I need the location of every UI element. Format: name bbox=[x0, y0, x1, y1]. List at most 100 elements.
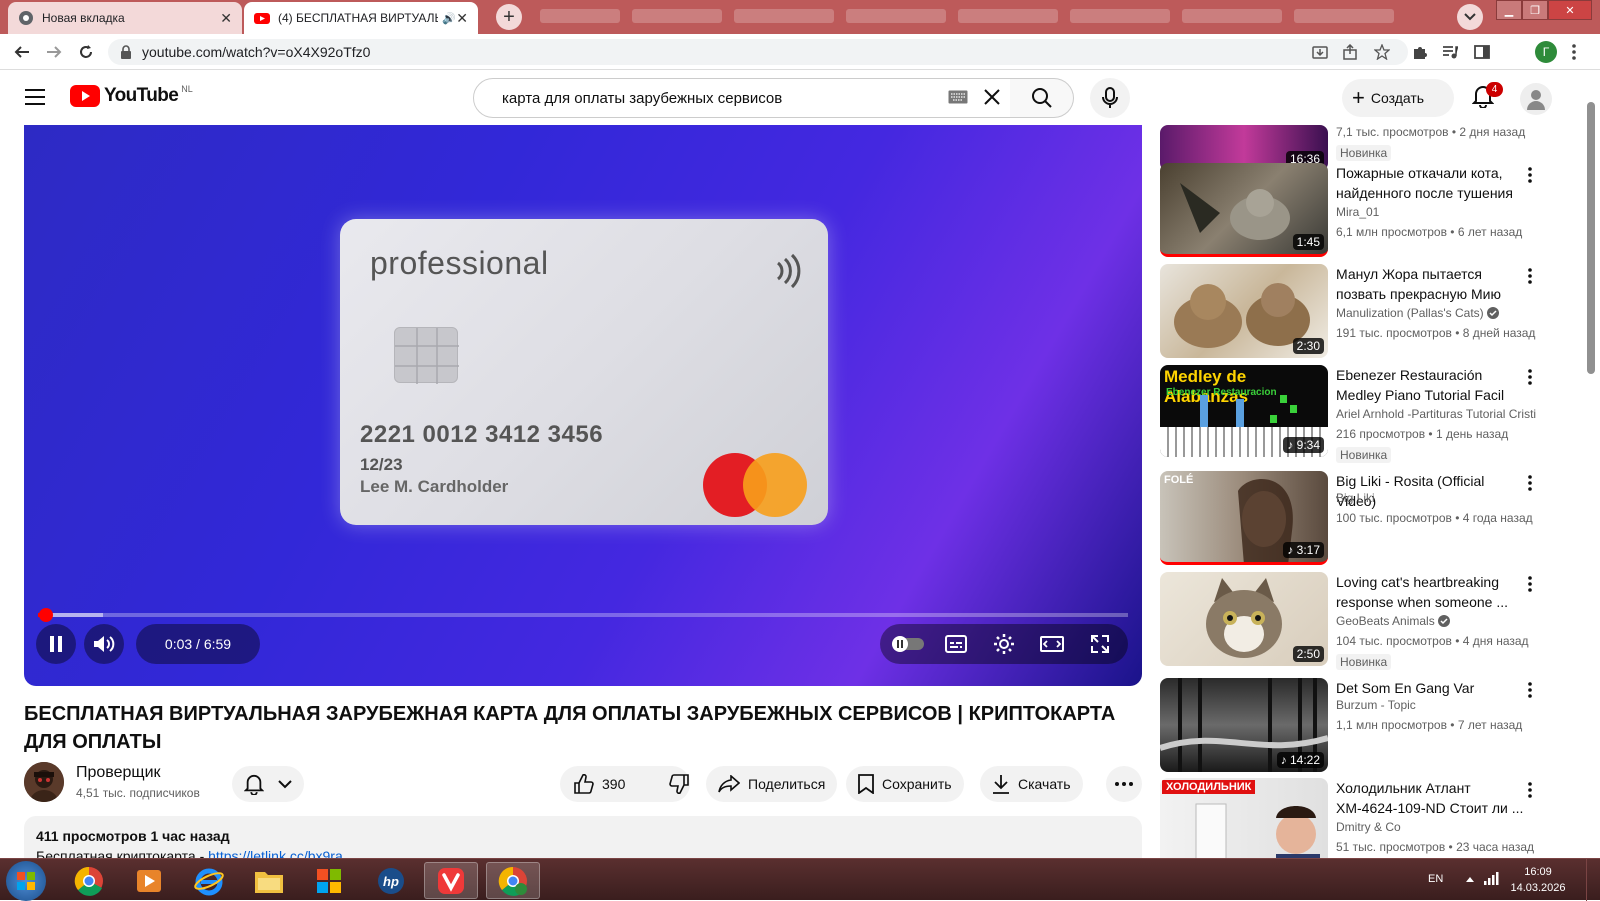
channel-avatar[interactable] bbox=[24, 762, 64, 802]
channel-name[interactable]: Mira_01 bbox=[1336, 205, 1536, 219]
background-tab[interactable] bbox=[1070, 9, 1170, 23]
recommendation-item[interactable]: ♪ 14:22 Det Som En Gang Var Burzum - Top… bbox=[1160, 678, 1545, 774]
forward-button[interactable] bbox=[44, 42, 64, 62]
close-tab-icon[interactable]: ✕ bbox=[456, 10, 468, 27]
video-thumbnail[interactable]: 2:50 bbox=[1160, 572, 1328, 666]
taskbar-chrome-profile[interactable] bbox=[486, 862, 540, 899]
kebab-menu-icon[interactable] bbox=[1528, 682, 1532, 698]
channel-name[interactable]: Dmitry & Co bbox=[1336, 820, 1536, 834]
settings-button[interactable] bbox=[980, 633, 1028, 655]
search-input[interactable]: карта для оплаты зарубежных сервисов bbox=[473, 78, 1011, 118]
taskbar-office[interactable] bbox=[302, 862, 356, 899]
kebab-menu-icon[interactable] bbox=[1528, 369, 1532, 385]
video-title[interactable]: Манул Жора пытается позвать прекрасную М… bbox=[1336, 264, 1526, 304]
channel-name[interactable]: Manulization (Pallas's Cats) bbox=[1336, 306, 1536, 320]
close-window-button[interactable]: ✕ bbox=[1548, 0, 1592, 20]
autoplay-toggle[interactable] bbox=[884, 635, 932, 653]
taskbar-internet-explorer[interactable] bbox=[182, 862, 236, 899]
theater-mode-button[interactable] bbox=[1028, 636, 1076, 652]
clear-search-button[interactable] bbox=[983, 88, 1001, 106]
search-button[interactable] bbox=[1010, 78, 1074, 118]
taskbar-vivaldi[interactable] bbox=[424, 862, 478, 899]
virtual-keyboard-button[interactable] bbox=[948, 90, 968, 104]
more-actions-button[interactable] bbox=[1106, 766, 1142, 802]
video-title[interactable]: Ebenezer Restauración Medley Piano Tutor… bbox=[1336, 365, 1526, 405]
video-thumbnail[interactable]: FOLÉ ♪ 3:17 bbox=[1160, 471, 1328, 565]
video-thumbnail[interactable]: ♪ 14:22 bbox=[1160, 678, 1328, 772]
channel-name[interactable]: Big Liki bbox=[1336, 491, 1536, 505]
channel-name[interactable]: Ariel Arnhold -Partituras Tutorial Crist… bbox=[1336, 407, 1536, 421]
extensions-button[interactable] bbox=[1410, 42, 1430, 62]
taskbar-chrome[interactable] bbox=[62, 862, 116, 899]
background-tab[interactable] bbox=[1182, 9, 1282, 23]
install-app-button[interactable] bbox=[1310, 42, 1330, 62]
voice-search-button[interactable] bbox=[1090, 78, 1130, 118]
video-thumbnail[interactable]: 2:30 bbox=[1160, 264, 1328, 358]
kebab-menu-icon[interactable] bbox=[1528, 167, 1532, 183]
background-tab[interactable] bbox=[632, 9, 722, 23]
channel-name[interactable]: Проверщик bbox=[76, 764, 200, 782]
recommendation-item[interactable]: Medley de Alabanzas Ebenezer Restauracio… bbox=[1160, 365, 1545, 463]
scrubber-handle[interactable] bbox=[38, 608, 53, 622]
taskbar-media-player[interactable] bbox=[122, 862, 176, 899]
guide-menu-button[interactable] bbox=[24, 88, 46, 106]
dislike-button[interactable] bbox=[655, 766, 703, 802]
progress-bar[interactable] bbox=[38, 608, 1128, 622]
tab-search-button[interactable] bbox=[1457, 4, 1483, 30]
tab-youtube-video[interactable]: (4) БЕСПЛАТНАЯ ВИРТУАЛЬ 🔊 ✕ bbox=[244, 2, 478, 34]
background-tab[interactable] bbox=[958, 9, 1058, 23]
kebab-menu-icon[interactable] bbox=[1528, 475, 1532, 491]
tab-new-tab[interactable]: Новая вкладка ✕ bbox=[8, 2, 242, 34]
address-bar[interactable]: youtube.com/watch?v=oX4X92oTfz0 bbox=[108, 39, 1408, 65]
recommendation-item[interactable]: ХОЛОДИЛЬНИК Холодильник Атлант ХМ-4624-1… bbox=[1160, 778, 1545, 858]
show-hidden-icons-icon[interactable] bbox=[1465, 875, 1475, 883]
back-button[interactable] bbox=[12, 42, 32, 62]
video-player[interactable]: professional 2221 0012 3412 3456 12/23 L… bbox=[24, 125, 1142, 686]
background-tab[interactable] bbox=[846, 9, 946, 23]
taskbar-hp[interactable]: hp bbox=[364, 862, 418, 899]
taskbar-explorer[interactable] bbox=[242, 862, 296, 899]
save-button[interactable]: Сохранить bbox=[846, 766, 964, 802]
recommendation-item[interactable]: FOLÉ ♪ 3:17 Big Liki - Rosita (Official … bbox=[1160, 471, 1545, 567]
channel-name[interactable]: GeoBeats Animals bbox=[1336, 614, 1536, 628]
background-tab[interactable] bbox=[1294, 9, 1394, 23]
fullscreen-button[interactable] bbox=[1076, 634, 1124, 654]
maximize-window-button[interactable]: ❐ bbox=[1522, 0, 1548, 20]
video-title[interactable]: Loving cat's heartbreaking response when… bbox=[1336, 572, 1526, 612]
recommendation-item[interactable]: 2:30 Манул Жора пытается позвать прекрас… bbox=[1160, 264, 1545, 360]
channel-name[interactable]: Burzum - Topic bbox=[1336, 698, 1536, 712]
video-title[interactable]: Холодильник Атлант ХМ-4624-109-ND Стоит … bbox=[1336, 778, 1526, 818]
system-clock[interactable]: 16:09 14.03.2026 bbox=[1508, 864, 1568, 896]
account-avatar[interactable] bbox=[1520, 83, 1552, 115]
video-thumbnail[interactable]: Medley de Alabanzas Ebenezer Restauracio… bbox=[1160, 365, 1328, 457]
video-title[interactable]: Пожарные откачали кота, найденного после… bbox=[1336, 163, 1526, 203]
input-language[interactable]: EN bbox=[1428, 873, 1443, 885]
media-control-button[interactable] bbox=[1440, 42, 1460, 62]
speaker-icon[interactable]: 🔊 bbox=[442, 12, 456, 25]
signal-icon[interactable] bbox=[1484, 871, 1500, 885]
video-thumbnail[interactable]: 1:45 bbox=[1160, 163, 1328, 257]
side-panel-button[interactable] bbox=[1472, 42, 1492, 62]
create-button[interactable]: + Создать bbox=[1342, 79, 1454, 117]
mute-button[interactable] bbox=[84, 624, 124, 664]
minimize-window-button[interactable]: ▁ bbox=[1496, 0, 1522, 20]
reload-button[interactable] bbox=[76, 42, 96, 62]
recommendation-item[interactable]: 2:50 Loving cat's heartbreaking response… bbox=[1160, 572, 1545, 670]
kebab-menu-icon[interactable] bbox=[1528, 576, 1532, 592]
share-page-button[interactable] bbox=[1340, 42, 1360, 62]
kebab-menu-icon[interactable] bbox=[1528, 782, 1532, 798]
like-button[interactable]: 390 bbox=[560, 766, 639, 802]
kebab-menu-icon[interactable] bbox=[1528, 268, 1532, 284]
background-tab[interactable] bbox=[734, 9, 834, 23]
show-desktop-button[interactable] bbox=[1586, 859, 1600, 901]
bookmark-button[interactable] bbox=[1372, 42, 1392, 62]
recommendation-item[interactable]: 1:45 Пожарные откачали кота, найденного … bbox=[1160, 163, 1545, 259]
background-tab[interactable] bbox=[540, 9, 620, 23]
download-button[interactable]: Скачать bbox=[980, 766, 1083, 802]
chrome-menu-button[interactable] bbox=[1564, 42, 1584, 62]
youtube-logo[interactable]: YouTube NL bbox=[70, 84, 193, 107]
share-button[interactable]: Поделиться bbox=[706, 766, 838, 802]
scrollbar-thumb[interactable] bbox=[1587, 102, 1595, 374]
subscription-notifications-button[interactable] bbox=[232, 766, 304, 802]
subtitles-button[interactable] bbox=[932, 635, 980, 653]
